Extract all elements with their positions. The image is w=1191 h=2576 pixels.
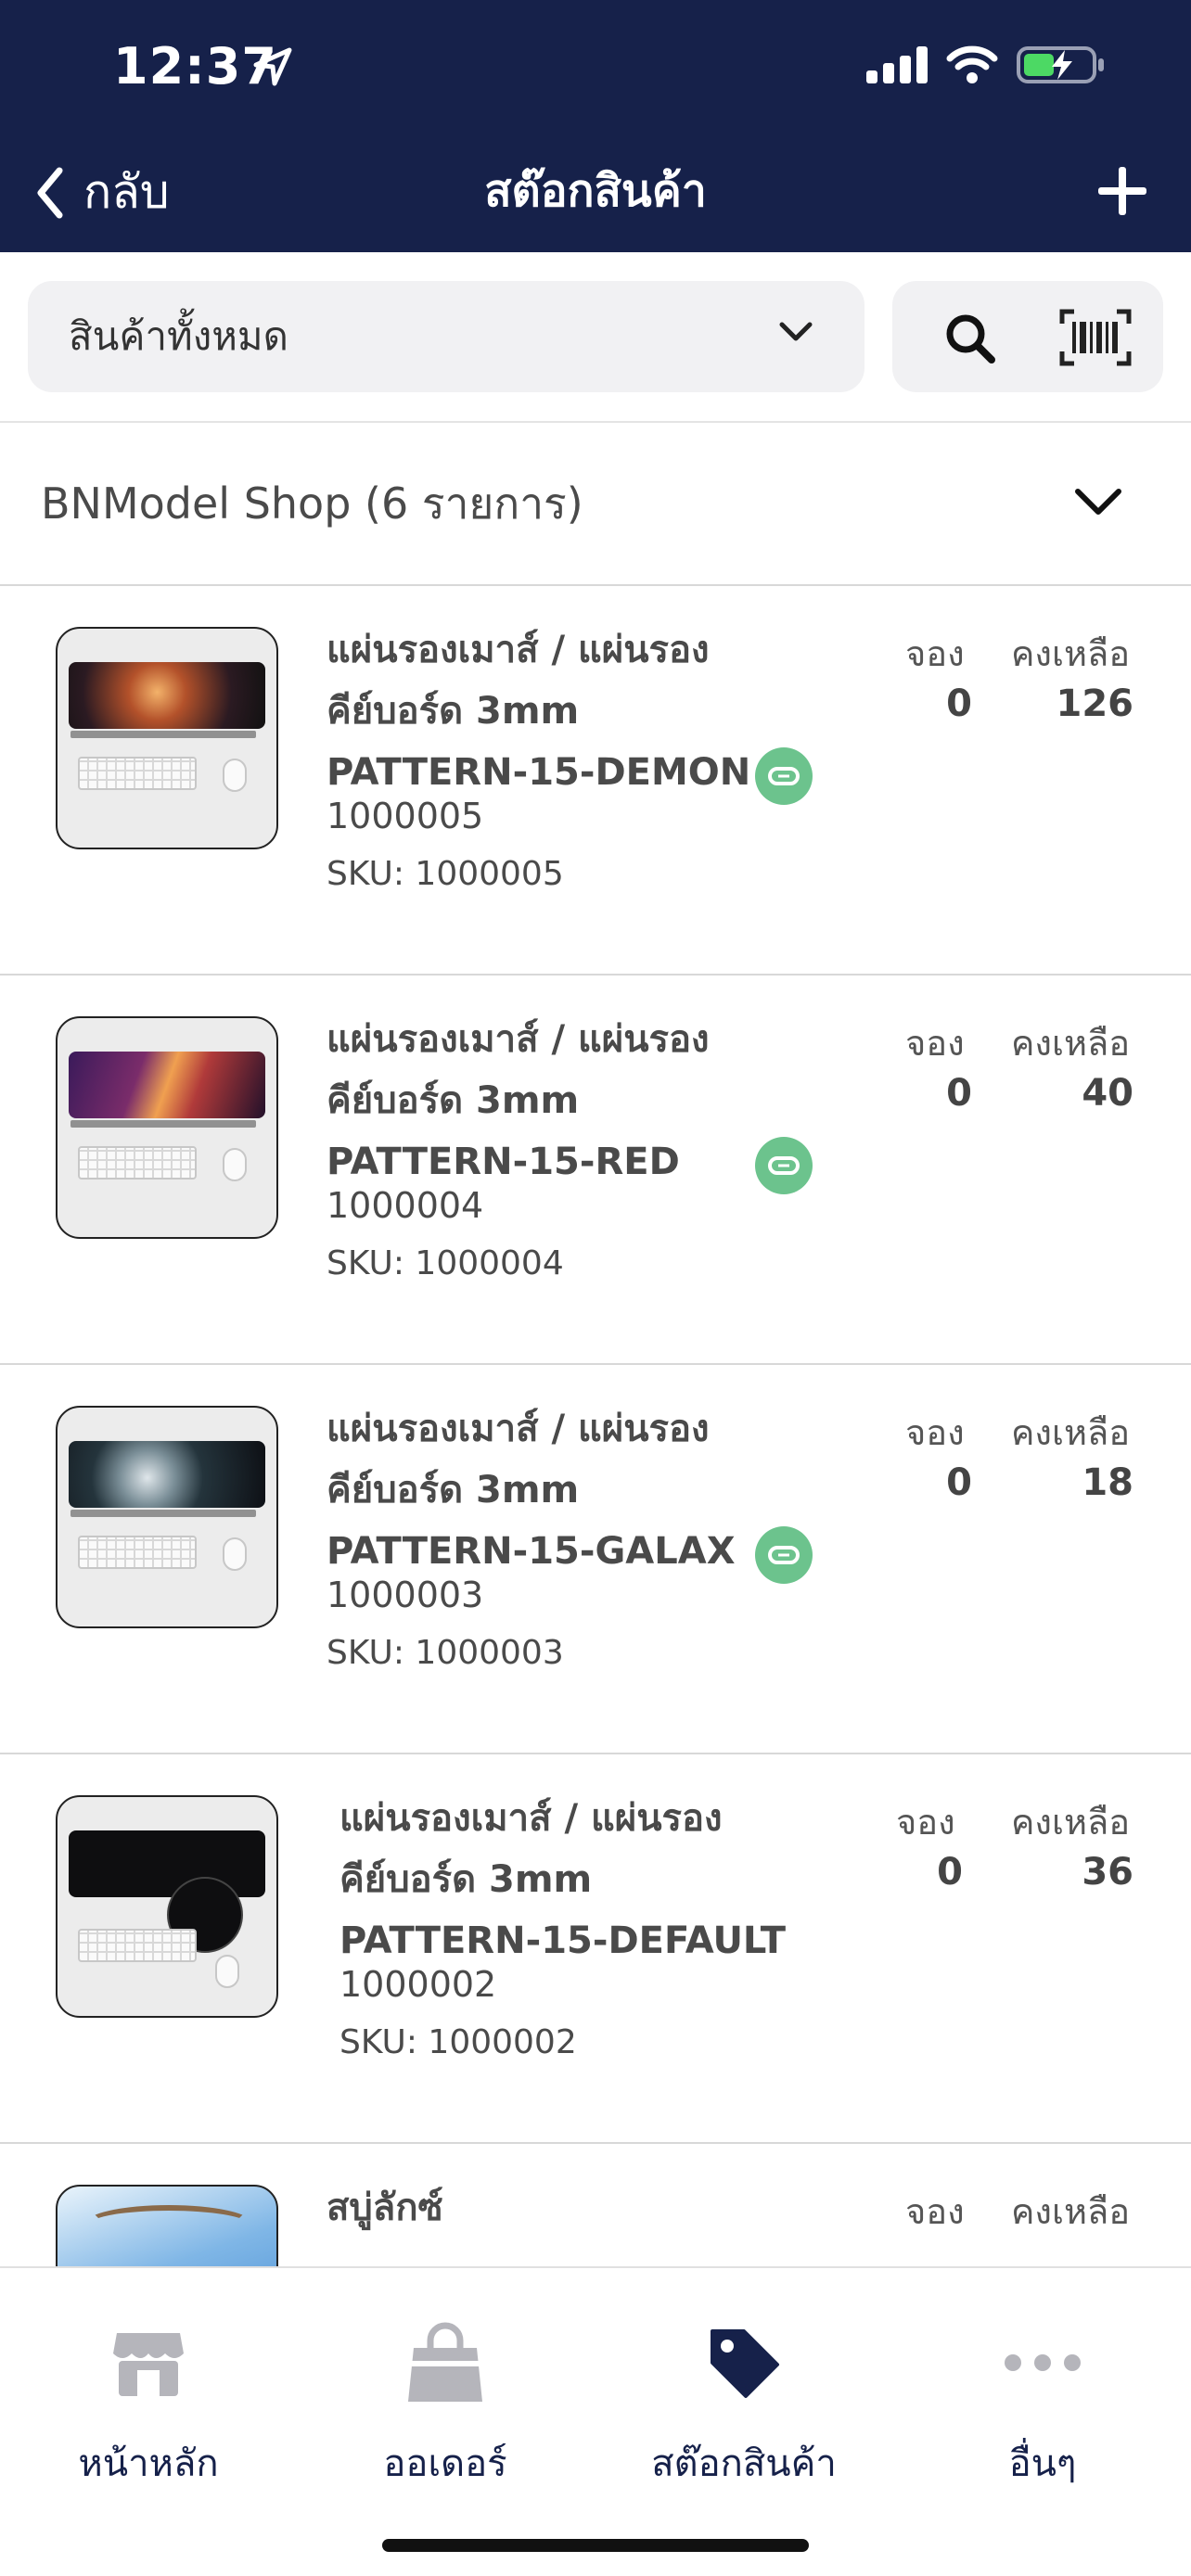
barcode-scan-icon[interactable] bbox=[1059, 309, 1132, 366]
product-thumbnail bbox=[56, 627, 278, 849]
remaining-value: 36 bbox=[1082, 1851, 1133, 1894]
remaining-label: คงเหลือ bbox=[1011, 1802, 1131, 1843]
product-thumbnail bbox=[56, 1016, 278, 1239]
search-icon[interactable] bbox=[944, 312, 996, 364]
bottom-tab-bar: หน้าหลัก ออเดอร์ สต๊อกสินค้า อื่นๆ bbox=[0, 2266, 1191, 2576]
remaining-value: 40 bbox=[1082, 1072, 1133, 1115]
product-code: 1000004 bbox=[327, 1185, 484, 1226]
search-tools bbox=[892, 281, 1163, 392]
remaining-label: คงเหลือ bbox=[1011, 1412, 1131, 1453]
store-icon bbox=[113, 2333, 184, 2396]
product-thumbnail bbox=[56, 1406, 278, 1628]
reserved-label: จอง bbox=[905, 2191, 965, 2232]
app-header: 12:37 กลับ สต๊อกสินค้า bbox=[0, 0, 1191, 252]
remaining-label: คงเหลือ bbox=[1011, 633, 1131, 674]
product-sku: SKU: 1000002 bbox=[339, 2023, 577, 2061]
tab-orders[interactable]: ออเดอร์ bbox=[297, 2316, 594, 2493]
chevron-left-icon bbox=[37, 167, 63, 218]
product-row[interactable]: แผ่นรองเมาส์ / แผ่นรอง คีย์บอร์ด 3mm PAT… bbox=[0, 1365, 1191, 1754]
reserved-label: จอง bbox=[905, 1023, 965, 1064]
product-row[interactable]: สบู่ลักซ์ จอง คงเหลือ bbox=[0, 2144, 1191, 2266]
product-row[interactable]: แผ่นรองเมาส์ / แผ่นรอง คีย์บอร์ด 3mm PAT… bbox=[0, 586, 1191, 976]
tab-label: สต๊อกสินค้า bbox=[651, 2442, 837, 2485]
reserved-value: 0 bbox=[937, 1851, 963, 1894]
product-code: 1000005 bbox=[327, 796, 484, 836]
chevron-down-icon bbox=[1075, 489, 1121, 515]
link-icon bbox=[755, 747, 813, 805]
remaining-value: 18 bbox=[1082, 1461, 1133, 1504]
reserved-value: 0 bbox=[946, 1072, 972, 1115]
link-icon bbox=[755, 1137, 813, 1194]
reserved-label: จอง bbox=[896, 1802, 955, 1843]
tab-label: ออเดอร์ bbox=[383, 2442, 507, 2485]
product-name: แผ่นรองเมาส์ / แผ่นรอง คีย์บอร์ด 3mm PAT… bbox=[327, 1018, 710, 1183]
tab-label: หน้าหลัก bbox=[78, 2442, 219, 2485]
reserved-label: จอง bbox=[905, 1412, 965, 1453]
page-title: สต๊อกสินค้า bbox=[484, 165, 707, 217]
battery-charging-icon bbox=[1017, 46, 1104, 83]
product-name: แผ่นรองเมาส์ / แผ่นรอง คีย์บอร์ด 3mm PAT… bbox=[339, 1797, 787, 1962]
tab-label: อื่นๆ bbox=[1008, 2442, 1077, 2485]
tab-stock[interactable]: สต๊อกสินค้า bbox=[596, 2316, 892, 2493]
tab-more[interactable]: อื่นๆ bbox=[894, 2316, 1191, 2493]
remaining-label: คงเหลือ bbox=[1011, 2191, 1131, 2232]
wifi-icon bbox=[946, 45, 998, 83]
product-sku: SKU: 1000005 bbox=[327, 855, 564, 893]
shop-section-header[interactable]: BNModel Shop (6 รายการ) bbox=[0, 423, 1191, 586]
reserved-value: 0 bbox=[946, 682, 972, 725]
cellular-signal-icon bbox=[866, 46, 928, 83]
reserved-value: 0 bbox=[946, 1461, 972, 1504]
product-code: 1000002 bbox=[339, 1964, 497, 2005]
product-sku: SKU: 1000004 bbox=[327, 1244, 564, 1282]
chevron-down-icon bbox=[779, 322, 813, 341]
status-icons bbox=[866, 45, 1106, 85]
product-sku: SKU: 1000003 bbox=[327, 1634, 564, 1672]
more-icon bbox=[1005, 2354, 1081, 2371]
remaining-value: 126 bbox=[1056, 682, 1134, 725]
product-thumbnail bbox=[56, 2185, 278, 2266]
filter-bar: สินค้าทั้งหมด bbox=[0, 252, 1191, 423]
category-value: สินค้าทั้งหมด bbox=[69, 313, 288, 359]
product-row[interactable]: แผ่นรองเมาส์ / แผ่นรอง คีย์บอร์ด 3mm PAT… bbox=[0, 1754, 1191, 2144]
product-name: แผ่นรองเมาส์ / แผ่นรอง คีย์บอร์ด 3mm PAT… bbox=[327, 1408, 736, 1573]
product-row[interactable]: แผ่นรองเมาส์ / แผ่นรอง คีย์บอร์ด 3mm PAT… bbox=[0, 976, 1191, 1365]
product-thumbnail bbox=[56, 1795, 278, 2018]
back-label: กลับ bbox=[83, 165, 170, 219]
add-product-button[interactable] bbox=[1095, 163, 1150, 219]
tag-icon bbox=[711, 2329, 779, 2398]
tab-home[interactable]: หน้าหลัก bbox=[0, 2316, 297, 2493]
product-name: แผ่นรองเมาส์ / แผ่นรอง คีย์บอร์ด 3mm PAT… bbox=[327, 629, 751, 794]
product-list: แผ่นรองเมาส์ / แผ่นรอง คีย์บอร์ด 3mm PAT… bbox=[0, 586, 1191, 2266]
product-code: 1000003 bbox=[327, 1575, 484, 1615]
shopping-bag-icon bbox=[408, 2322, 482, 2402]
remaining-label: คงเหลือ bbox=[1011, 1023, 1131, 1064]
back-button[interactable]: กลับ bbox=[35, 156, 170, 229]
product-name: สบู่ลักซ์ bbox=[327, 2187, 443, 2229]
shop-title: BNModel Shop (6 รายการ) bbox=[41, 478, 583, 529]
reserved-label: จอง bbox=[905, 633, 965, 674]
location-arrow-icon bbox=[253, 47, 292, 86]
home-indicator[interactable] bbox=[382, 2539, 809, 2552]
link-icon bbox=[755, 1526, 813, 1584]
category-dropdown[interactable]: สินค้าทั้งหมด bbox=[28, 281, 864, 392]
